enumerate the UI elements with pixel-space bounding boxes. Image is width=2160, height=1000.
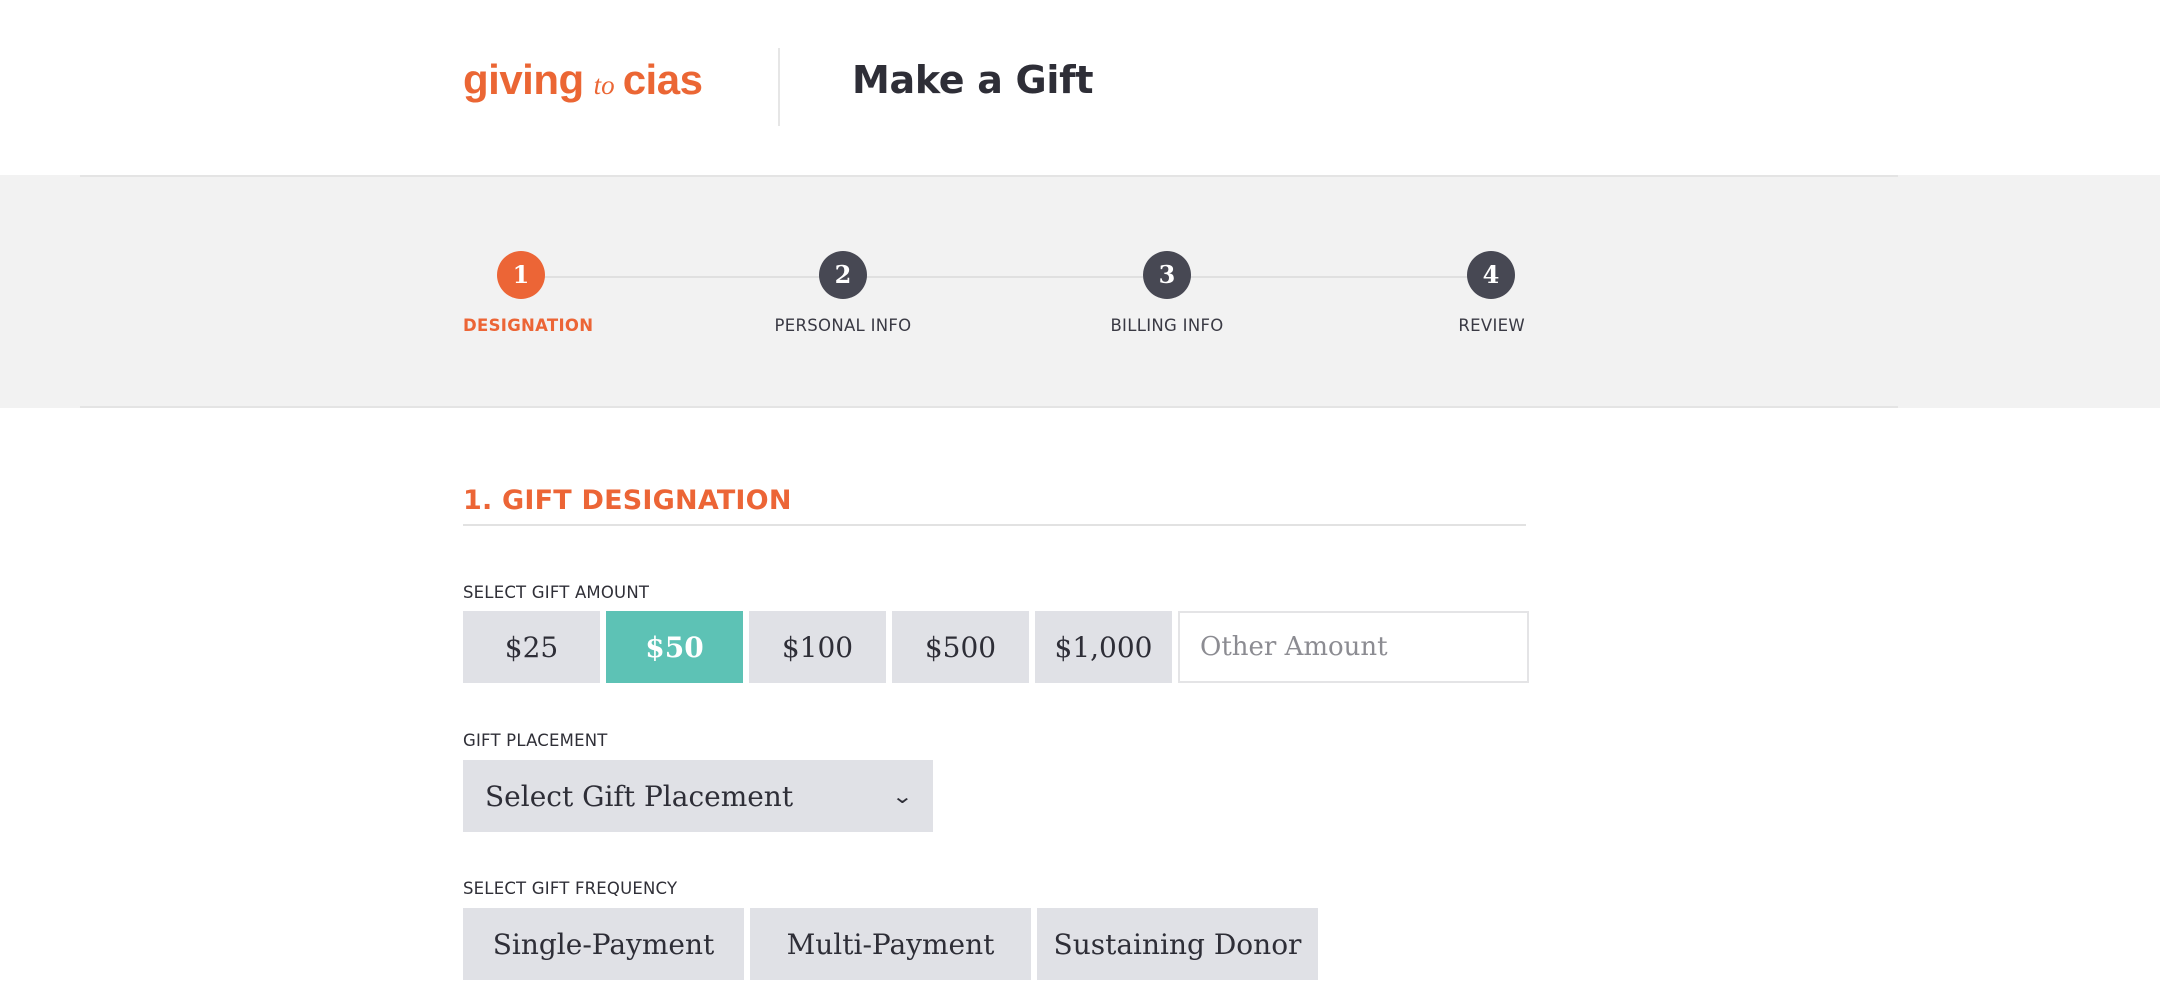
step-billing-info[interactable]: 3 BILLING INFO bbox=[1057, 251, 1277, 335]
sustaining-donor-button[interactable]: Sustaining Donor bbox=[1037, 908, 1318, 980]
step-label: PERSONAL INFO bbox=[774, 316, 912, 335]
logo-word-giving: giving bbox=[463, 56, 584, 103]
gift-placement-label: GIFT PLACEMENT bbox=[463, 731, 608, 750]
site-header: giving to cias Make a Gift bbox=[0, 0, 2160, 175]
step-label: BILLING INFO bbox=[1110, 316, 1224, 335]
amount-1000-button[interactable]: $1,000 bbox=[1035, 611, 1172, 683]
step-label: DESIGNATION bbox=[463, 316, 594, 335]
step-label: REVIEW bbox=[1458, 316, 1525, 335]
step-personal-info[interactable]: 2 PERSONAL INFO bbox=[733, 251, 953, 335]
section-heading: 1. GIFT DESIGNATION bbox=[463, 485, 792, 516]
step-number-badge: 2 bbox=[819, 251, 867, 299]
step-number-badge: 3 bbox=[1143, 251, 1191, 299]
amount-25-button[interactable]: $25 bbox=[463, 611, 600, 683]
other-amount-input[interactable] bbox=[1178, 611, 1529, 683]
section-divider bbox=[463, 524, 1526, 526]
stepper-track-line bbox=[520, 276, 1490, 278]
gift-frequency-options: Single-Payment Multi-Payment Sustaining … bbox=[463, 908, 1318, 980]
amount-50-button[interactable]: $50 bbox=[606, 611, 743, 683]
header-divider bbox=[778, 48, 780, 126]
logo-word-cias: cias bbox=[622, 56, 703, 103]
gift-frequency-label: SELECT GIFT FREQUENCY bbox=[463, 879, 678, 898]
step-review[interactable]: 4 REVIEW bbox=[1458, 251, 1525, 335]
step-number-badge: 1 bbox=[497, 251, 545, 299]
giving-to-cias-logo[interactable]: giving to cias bbox=[463, 56, 703, 104]
page-title: Make a Gift bbox=[852, 58, 1094, 102]
logo-word-to: to bbox=[593, 70, 615, 100]
gift-amount-label: SELECT GIFT AMOUNT bbox=[463, 583, 650, 602]
gift-placement-select[interactable]: Select Gift Placement ⌄ bbox=[463, 760, 933, 832]
gift-amount-options: $25 $50 $100 $500 $1,000 bbox=[463, 611, 1529, 683]
step-designation[interactable]: 1 DESIGNATION bbox=[463, 251, 593, 335]
chevron-down-icon: ⌄ bbox=[891, 784, 914, 808]
stepper-top-divider bbox=[80, 175, 1898, 177]
progress-stepper: 1 DESIGNATION 2 PERSONAL INFO 3 BILLING … bbox=[0, 175, 2160, 408]
step-number-badge: 4 bbox=[1467, 251, 1515, 299]
amount-100-button[interactable]: $100 bbox=[749, 611, 886, 683]
stepper-bottom-divider bbox=[80, 406, 1898, 408]
gift-placement-value: Select Gift Placement bbox=[485, 779, 794, 813]
single-payment-button[interactable]: Single-Payment bbox=[463, 908, 744, 980]
amount-500-button[interactable]: $500 bbox=[892, 611, 1029, 683]
multi-payment-button[interactable]: Multi-Payment bbox=[750, 908, 1031, 980]
